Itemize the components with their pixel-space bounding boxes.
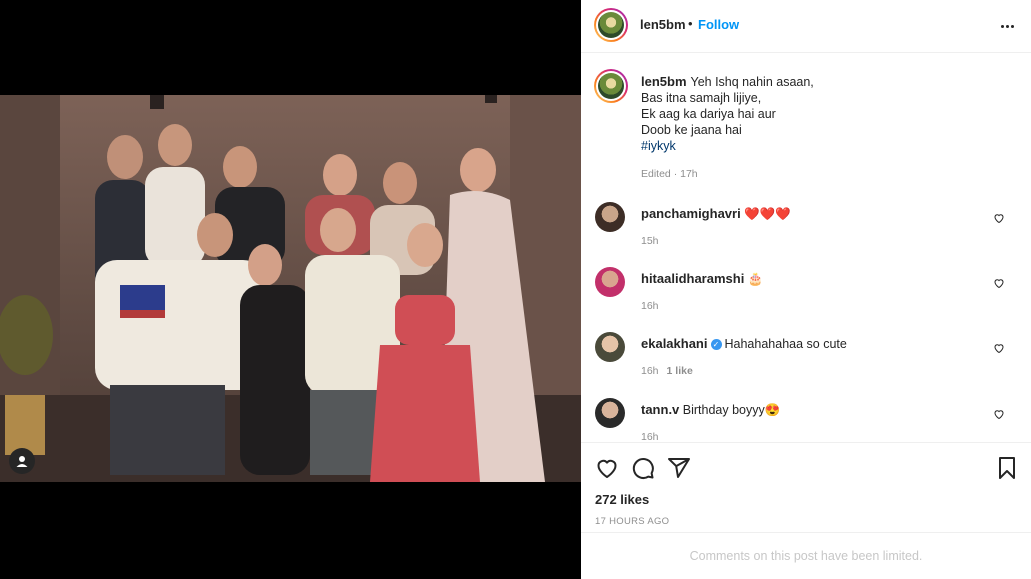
comment-like-icon[interactable] <box>993 408 1005 420</box>
comment-item: panchamighavri ❤️❤️❤️ 15h <box>595 202 1025 262</box>
more-options-icon[interactable] <box>997 16 1017 36</box>
comments-list[interactable]: len5bm Yeh Ishq nahin asaan, Bas itna sam… <box>581 54 1031 442</box>
comment-text: Hahahahahaa so cute <box>724 337 847 351</box>
posted-time[interactable]: 17 HOURS AGO <box>595 516 669 527</box>
commenter-username[interactable]: hitaalidharamshi <box>641 271 744 286</box>
commenter-avatar[interactable] <box>595 267 625 297</box>
comment-like-icon[interactable] <box>993 342 1005 354</box>
caption-username[interactable]: len5bm <box>641 74 687 89</box>
author-username[interactable]: len5bm <box>640 17 686 32</box>
user-tag-icon <box>16 456 28 467</box>
group-photo-illustration <box>0 95 581 482</box>
share-icon[interactable] <box>667 456 691 480</box>
caption-meta: Edited · 17h <box>641 168 698 180</box>
caption-line: Bas itna samajh lijiye, <box>641 91 762 105</box>
comment-item: hitaalidharamshi 🎂 16h <box>595 267 1025 327</box>
author-avatar[interactable] <box>594 8 628 42</box>
commenter-avatar[interactable] <box>595 398 625 428</box>
comment-text: Birthday boyyy😍 <box>682 403 781 417</box>
comment-text: ❤️❤️❤️ <box>744 207 791 221</box>
comment-body: hitaalidharamshi 🎂 <box>641 271 763 287</box>
comment-body: panchamighavri ❤️❤️❤️ <box>641 206 791 222</box>
comment-time: 16h 1 like <box>641 365 693 377</box>
bookmark-icon[interactable] <box>995 456 1019 480</box>
caption-hashtag[interactable]: #iykyk <box>641 138 814 154</box>
comment-text: 🎂 <box>747 272 764 286</box>
comment-time: 16h <box>641 300 659 312</box>
post-header: len5bm • Follow <box>581 0 1031 53</box>
comment-time: 16h <box>641 431 659 442</box>
comment-item: tann.v Birthday boyyy😍 16h <box>595 398 1025 442</box>
comment-body: ekalakhani ✓ Hahahahahaa so cute <box>641 336 847 351</box>
follow-button[interactable]: Follow <box>698 17 739 32</box>
like-count[interactable]: 272 likes <box>595 492 649 507</box>
comment-icon[interactable] <box>631 456 655 480</box>
action-bar: 272 likes 17 HOURS AGO <box>581 442 1031 532</box>
commenter-username[interactable]: ekalakhani <box>641 336 708 351</box>
commenter-username[interactable]: tann.v <box>641 402 679 417</box>
media-pane <box>0 0 581 579</box>
commenter-avatar[interactable] <box>595 332 625 362</box>
user-tag-button[interactable] <box>9 448 35 474</box>
commenter-avatar[interactable] <box>595 202 625 232</box>
caption-avatar[interactable] <box>594 69 628 103</box>
comment-item: ekalakhani ✓ Hahahahahaa so cute 16h 1 like <box>595 332 1025 392</box>
comment-body: tann.v Birthday boyyy😍 <box>641 402 780 418</box>
comment-time: 15h <box>641 235 659 247</box>
comments-limited-notice: Comments on this post have been limited. <box>581 532 1031 579</box>
post-photo[interactable] <box>0 95 581 482</box>
caption-line: Doob ke jaana hai <box>641 123 742 137</box>
heart-icon[interactable] <box>595 456 619 480</box>
commenter-username[interactable]: panchamighavri <box>641 206 741 221</box>
comment-like-icon[interactable] <box>993 212 1005 224</box>
post-caption: len5bm Yeh Ishq nahin asaan, Bas itna sam… <box>641 74 814 182</box>
post-side-panel: len5bm • Follow len5bm Yeh Ishq nahin asa… <box>581 0 1031 579</box>
verified-badge-icon: ✓ <box>710 339 722 351</box>
comment-like-count[interactable]: 1 like <box>667 365 693 377</box>
caption-line: Yeh Ishq nahin asaan, <box>690 75 814 89</box>
comment-like-icon[interactable] <box>993 277 1005 289</box>
header-separator: • <box>688 16 693 31</box>
caption-line: Ek aag ka dariya hai aur <box>641 107 776 121</box>
